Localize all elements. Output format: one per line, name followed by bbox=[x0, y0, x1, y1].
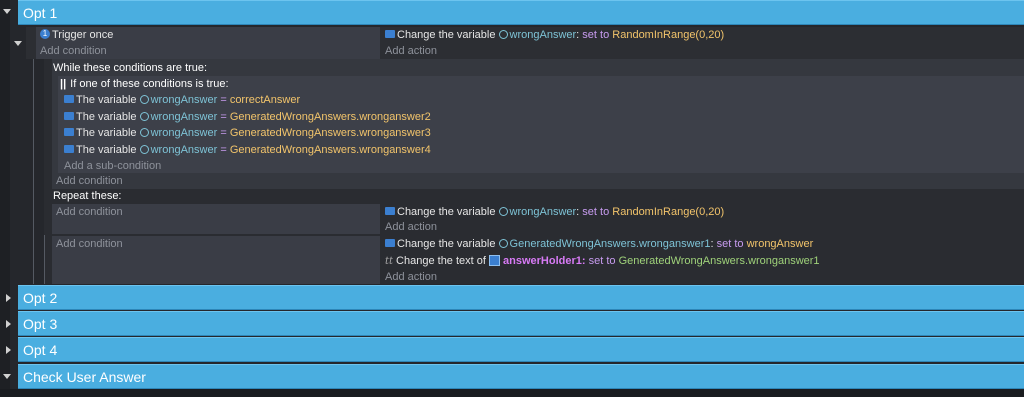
global-variable-icon bbox=[498, 206, 508, 216]
repeat-header: Repeat these: bbox=[53, 190, 122, 202]
or-header: || If one of these conditions is true: bbox=[60, 78, 229, 90]
collapse-arrow-icon[interactable] bbox=[3, 374, 11, 379]
global-variable-icon bbox=[139, 127, 149, 137]
group-opt4[interactable]: Opt 4 bbox=[18, 337, 1024, 362]
add-condition-button[interactable]: Add condition bbox=[40, 43, 107, 59]
global-variable-icon bbox=[139, 111, 149, 121]
group-opt1-label: Opt 1 bbox=[23, 5, 58, 21]
global-variable-icon bbox=[498, 29, 508, 39]
expand-arrow-icon[interactable] bbox=[6, 346, 11, 354]
object-icon bbox=[489, 254, 501, 266]
group-opt1[interactable]: Opt 1 bbox=[18, 0, 1024, 25]
change-variable-action[interactable]: Change the variable GeneratedWrongAnswer… bbox=[385, 236, 813, 252]
change-variable-action[interactable]: Change the variable wrongAnswer: set to … bbox=[385, 27, 724, 43]
left-gutter bbox=[0, 0, 10, 397]
global-variable-icon bbox=[139, 94, 149, 104]
change-variable-action[interactable]: Change the variable wrongAnswer: set to … bbox=[385, 204, 724, 220]
global-variable-icon bbox=[498, 238, 508, 248]
add-condition-button[interactable]: Add condition bbox=[56, 204, 123, 220]
collapse-arrow-icon[interactable] bbox=[3, 9, 11, 14]
add-subcondition-button[interactable]: Add a sub-condition bbox=[64, 158, 161, 174]
variable-icon bbox=[64, 145, 74, 154]
condition-row[interactable]: The variable wrongAnswer = GeneratedWron… bbox=[64, 109, 431, 125]
add-action-button[interactable]: Add action bbox=[385, 219, 437, 235]
event-collapse-arrow-icon[interactable] bbox=[14, 41, 22, 46]
global-variable-icon bbox=[139, 144, 149, 154]
trigger-once-icon: 1 bbox=[40, 29, 50, 40]
condition-row[interactable]: The variable wrongAnswer = GeneratedWron… bbox=[64, 142, 431, 158]
condition-row[interactable]: The variable wrongAnswer = GeneratedWron… bbox=[64, 125, 431, 141]
text-icon: tt bbox=[385, 256, 394, 267]
add-condition-button[interactable]: Add condition bbox=[56, 173, 123, 189]
condition-row[interactable]: The variable wrongAnswer = correctAnswer bbox=[64, 92, 300, 108]
add-condition-button[interactable]: Add condition bbox=[56, 236, 123, 252]
expand-arrow-icon[interactable] bbox=[6, 294, 11, 302]
trigger-once-condition[interactable]: 1 Trigger once bbox=[40, 27, 113, 43]
group-opt3[interactable]: Opt 3 bbox=[18, 311, 1024, 336]
variable-icon bbox=[64, 112, 74, 121]
while-header: While these conditions are true: bbox=[53, 62, 208, 74]
variable-icon bbox=[64, 128, 74, 137]
variable-icon bbox=[385, 207, 395, 216]
group-check-user-answer[interactable]: Check User Answer bbox=[18, 364, 1024, 389]
change-text-action[interactable]: tt Change the text of answerHolder1: set … bbox=[385, 253, 820, 270]
tree-line bbox=[44, 235, 45, 284]
group-opt2[interactable]: Opt 2 bbox=[18, 285, 1024, 310]
bottom-strip bbox=[0, 389, 1024, 397]
or-icon: || bbox=[60, 78, 67, 90]
variable-icon bbox=[385, 239, 395, 248]
expand-arrow-icon[interactable] bbox=[6, 320, 11, 328]
variable-icon bbox=[385, 30, 395, 39]
variable-icon bbox=[64, 95, 74, 104]
tree-line bbox=[33, 59, 34, 284]
add-action-button[interactable]: Add action bbox=[385, 269, 437, 285]
add-action-button[interactable]: Add action bbox=[385, 43, 437, 59]
